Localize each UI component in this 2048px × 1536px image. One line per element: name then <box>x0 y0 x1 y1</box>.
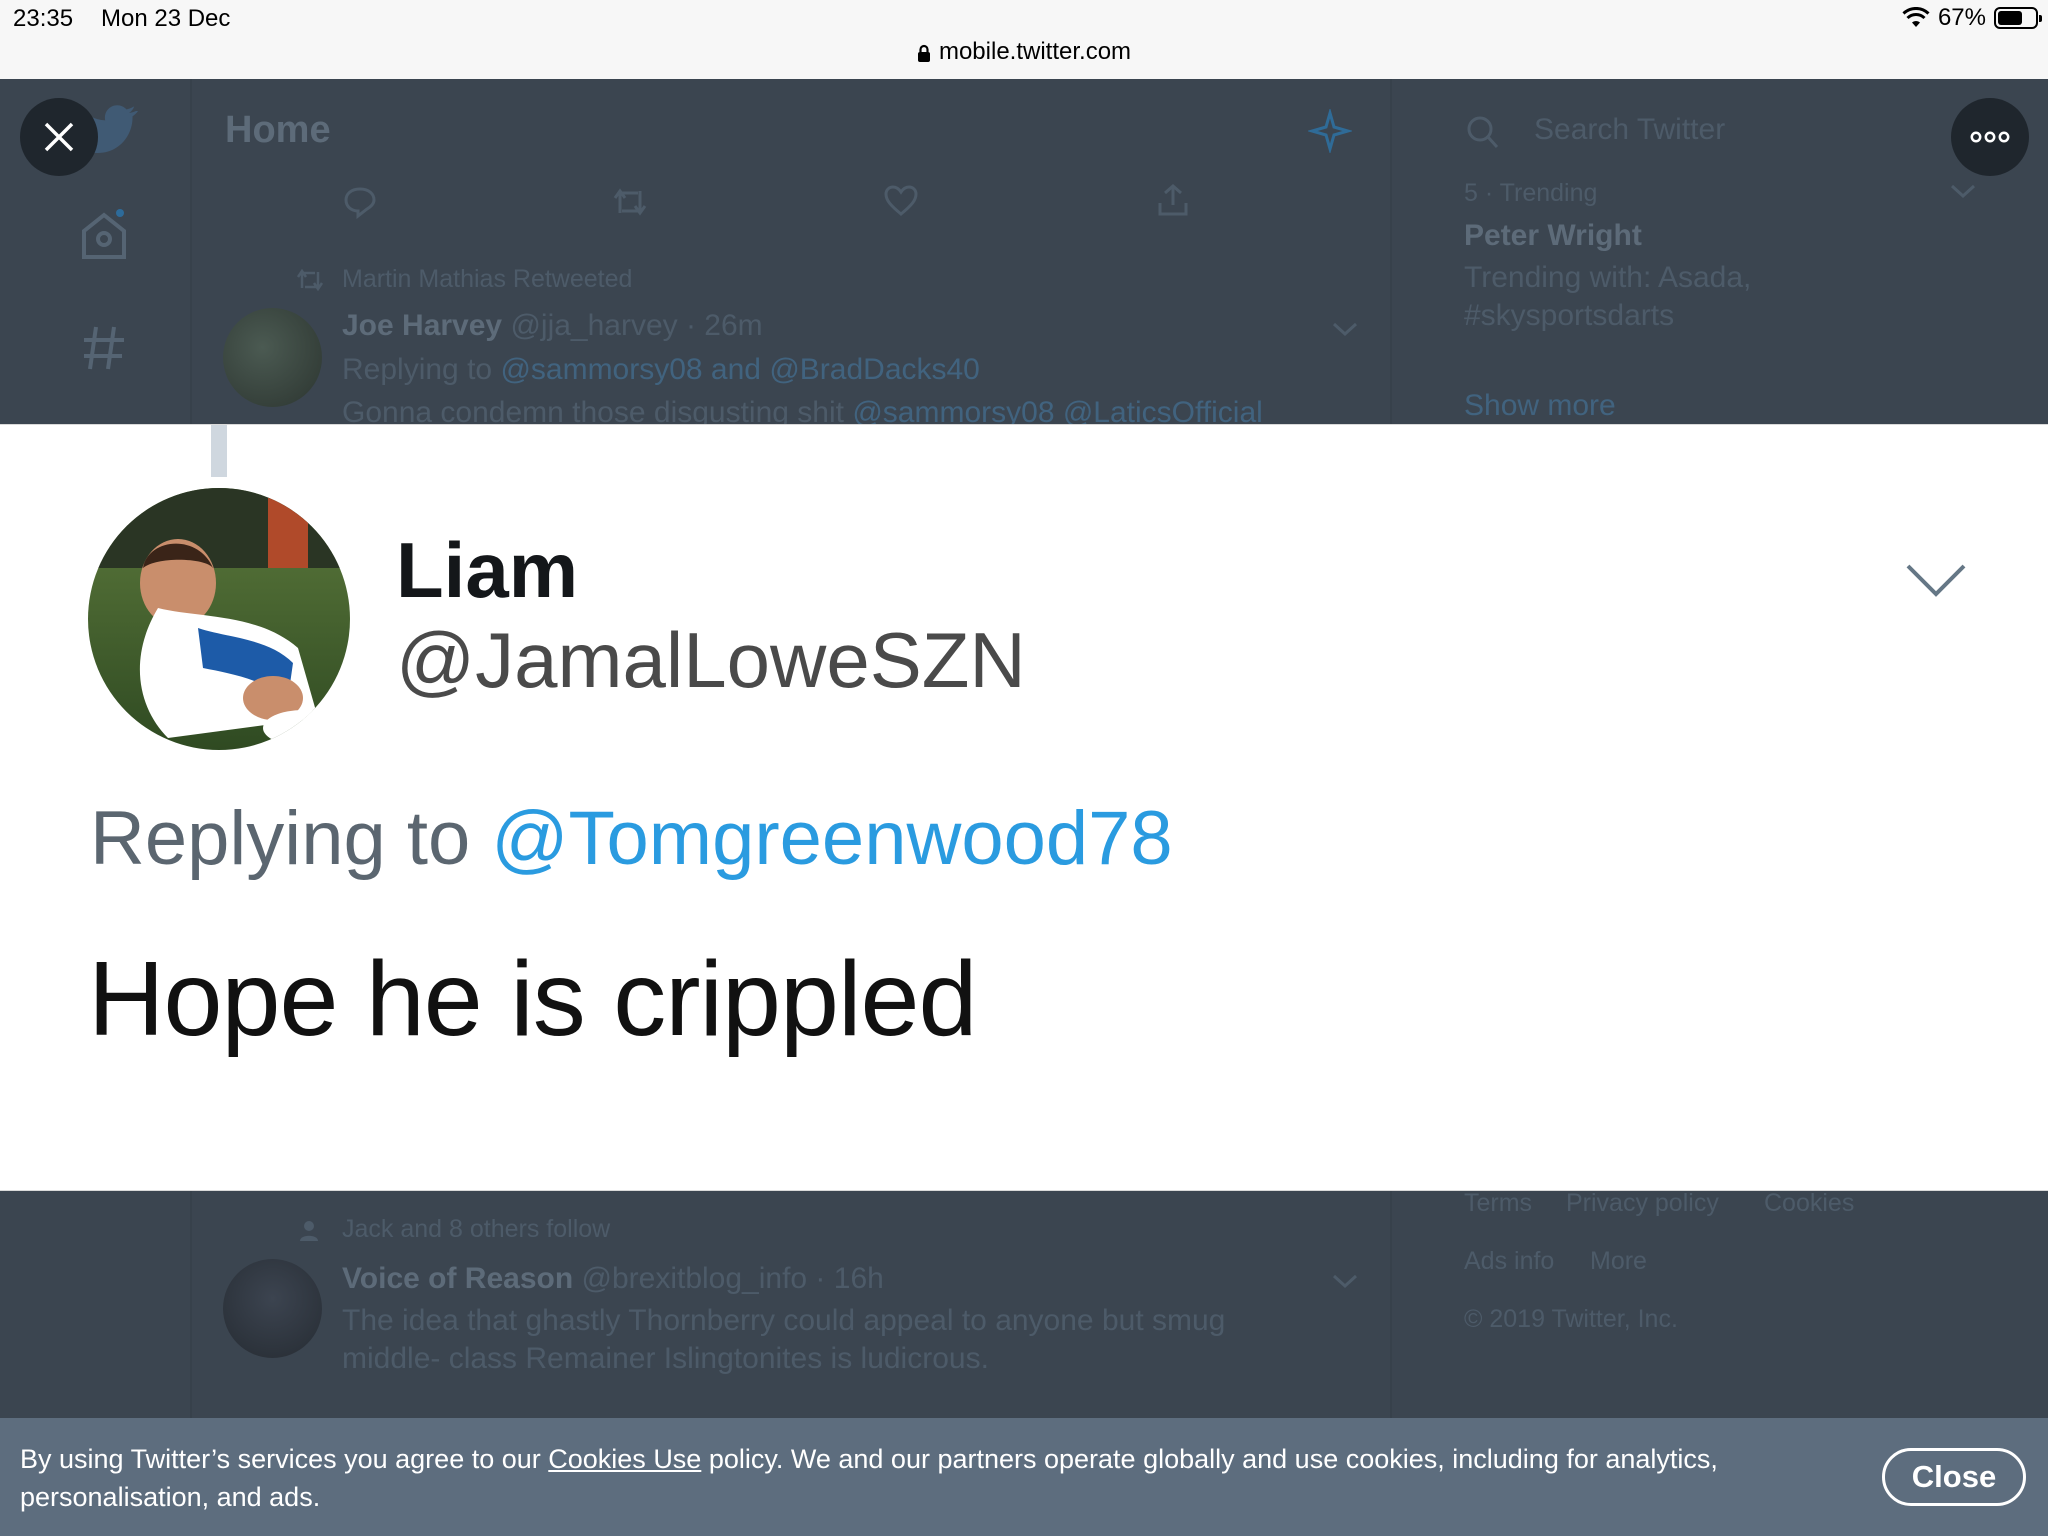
chevron-down-icon <box>1906 564 1966 597</box>
more-options-button[interactable] <box>1951 98 2029 176</box>
wifi-icon <box>1902 7 1930 27</box>
footer-cookies: Cookies <box>1764 1189 1855 1217</box>
url-bar[interactable]: mobile.twitter.com <box>0 38 2048 66</box>
chevron-down-icon <box>1332 1274 1358 1289</box>
trending-with: Trending with: Asada, <box>1464 261 1752 294</box>
tweet-text-line: The idea that ghastly Thornberry could a… <box>342 1304 1226 1337</box>
avatar <box>223 1259 322 1358</box>
trending-with: #skysportsdarts <box>1464 299 1675 332</box>
status-date: Mon 23 Dec <box>101 5 231 32</box>
footer-terms: Terms <box>1464 1189 1533 1217</box>
reply-prefix: Replying to <box>90 796 471 881</box>
reply-icon <box>344 187 376 219</box>
bg-header-title: Home <box>225 109 331 151</box>
footer-ads-info: Ads info <box>1464 1247 1555 1275</box>
retweet-note: Martin Mathias Retweeted <box>342 265 633 293</box>
tweet-image[interactable]: Liam @JamalLoweSZN Replying to @Tomgreen… <box>0 424 2048 1191</box>
share-icon <box>1158 184 1188 216</box>
reply-context: Replying to @sammorsy08 and @BradDacks40 <box>342 353 980 387</box>
search-placeholder: Search Twitter <box>1534 113 1726 146</box>
trending-title: Peter Wright <box>1464 219 1642 252</box>
tweet-handle-time: @brexitblog_info · 16h <box>581 1262 884 1295</box>
chevron-down-icon <box>1332 322 1358 337</box>
tweet-author-name: Voice of Reason <box>342 1262 574 1295</box>
retweet-icon <box>613 188 647 216</box>
hashtag-icon <box>84 326 124 370</box>
follow-note: Jack and 8 others follow <box>342 1215 611 1243</box>
battery-level <box>1998 11 2023 25</box>
sparkle-icon <box>1308 109 1352 153</box>
avatar <box>88 488 350 750</box>
trending-meta: 5 · Trending <box>1464 179 1598 207</box>
tweet-author-handle: @JamalLoweSZN <box>396 616 1026 704</box>
footer-more: More <box>1590 1247 1647 1275</box>
avatar <box>223 308 322 407</box>
thread-line <box>211 425 227 477</box>
reply-prefix: Replying to <box>342 353 493 386</box>
home-icon <box>82 209 126 259</box>
tweet-header: Voice of Reason @brexitblog_info · 16h <box>342 1262 884 1296</box>
lock-icon <box>917 44 930 62</box>
person-icon <box>300 1221 318 1241</box>
tweet-text: Hope he is crippled <box>88 940 977 1058</box>
reply-handles: @sammorsy08 and @BradDacks40 <box>500 353 980 386</box>
cookie-banner: By using Twitter’s services you agree to… <box>0 1418 2048 1536</box>
avatar-photo <box>88 488 350 750</box>
reply-handle: @Tomgreenwood78 <box>491 796 1173 881</box>
tweet-header: Joe Harvey @jja_harvey · 26m <box>342 309 763 343</box>
tweet-text-line: middle- class Remainer Islingtonites is … <box>342 1342 989 1375</box>
search-icon <box>1467 116 1499 149</box>
close-viewer-button[interactable] <box>20 98 98 176</box>
status-bar: 23:35 Mon 23 Dec 67% mobile.twitter.com <box>0 0 2048 79</box>
tweet-handle-time: @jja_harvey · 26m <box>510 309 763 342</box>
footer-privacy: Privacy policy <box>1566 1189 1719 1217</box>
like-icon <box>884 185 918 216</box>
more-icon <box>1970 131 2010 143</box>
retweet-icon <box>296 269 324 291</box>
battery-percent: 67% <box>1937 4 1986 31</box>
close-icon <box>44 122 74 152</box>
cookies-use-link[interactable]: Cookies Use <box>548 1444 701 1474</box>
url-text: mobile.twitter.com <box>938 38 1132 65</box>
footer-copyright: © 2019 Twitter, Inc. <box>1464 1305 1678 1333</box>
status-time: 23:35 <box>13 5 74 32</box>
show-more-link: Show more <box>1464 389 1616 422</box>
tweet-author-name: Joe Harvey <box>342 309 503 342</box>
reply-context: Replying to @Tomgreenwood78 <box>90 795 1173 882</box>
cookie-text: By using Twitter’s services you agree to… <box>20 1440 1780 1516</box>
chevron-down-icon <box>1950 184 1976 199</box>
cookie-text-before: By using Twitter’s services you agree to… <box>20 1444 549 1474</box>
status-indicators: 67% <box>1902 4 2042 32</box>
battery-icon <box>1994 7 2042 29</box>
cookie-close-button[interactable]: Close <box>1882 1448 2026 1506</box>
tweet-author-name: Liam <box>396 526 579 614</box>
